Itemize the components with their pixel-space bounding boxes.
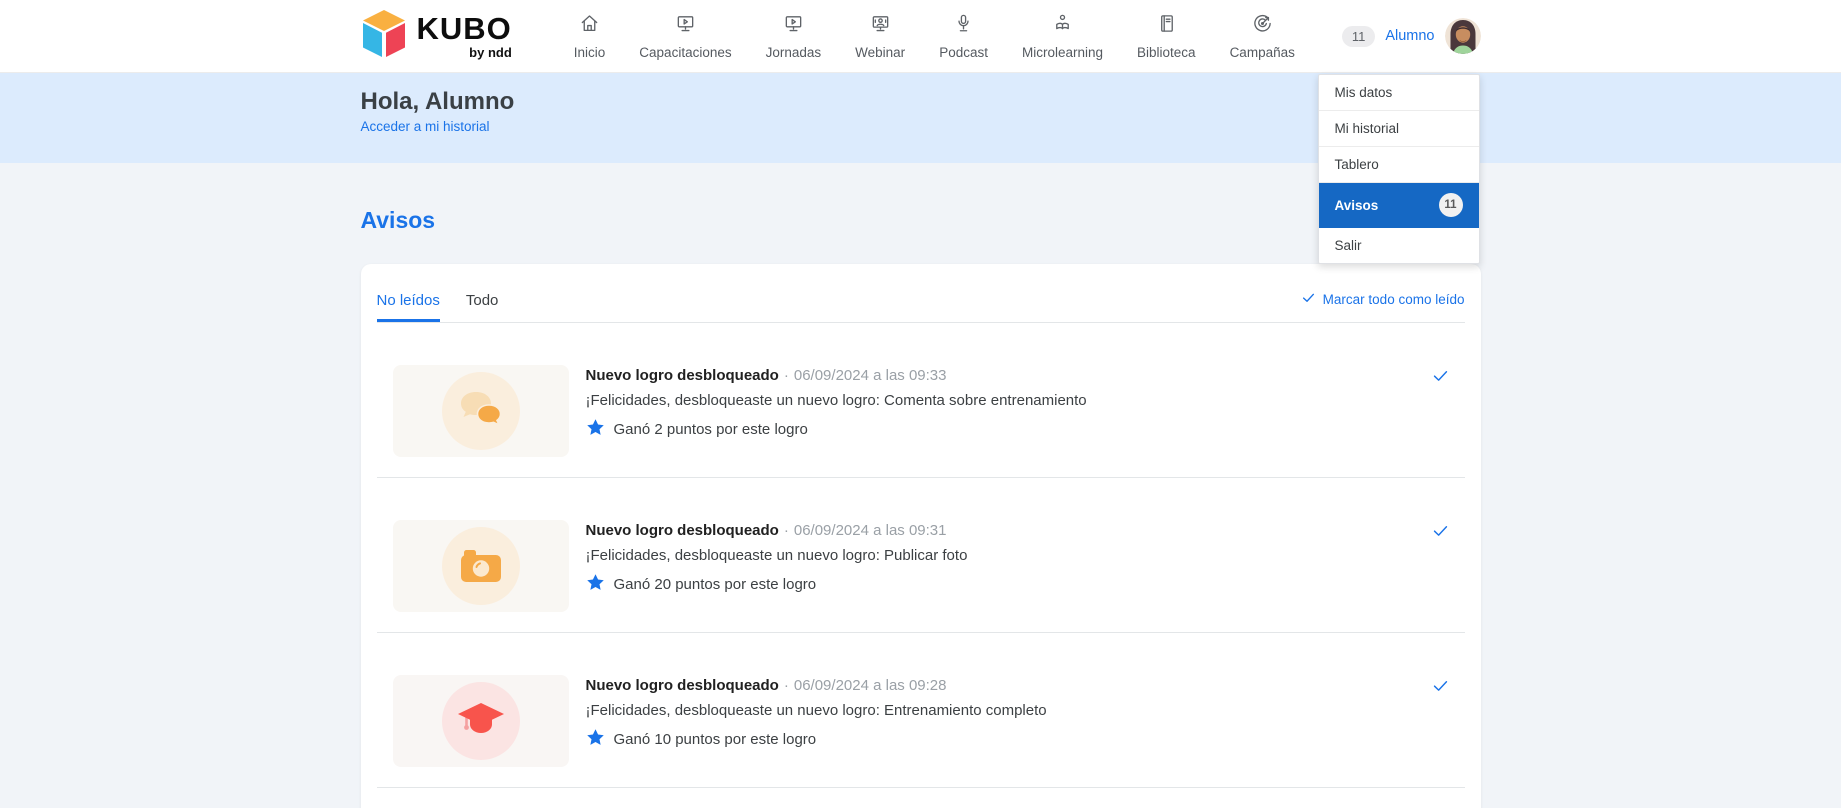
- notification-date: 06/09/2024 a las 09:28: [793, 677, 947, 694]
- graduation-cap-icon: [441, 682, 520, 760]
- star-icon: [586, 573, 605, 596]
- star-icon: [586, 418, 605, 441]
- nav-item-jornadas[interactable]: Jornadas: [766, 13, 821, 60]
- sessions-monitor-icon: [783, 13, 804, 39]
- user-menu: Mis datos Mi historial Tablero Avisos 11…: [1317, 74, 1480, 264]
- achievement-icon-tile: [392, 520, 569, 612]
- nav-item-inicio[interactable]: Inicio: [574, 13, 605, 60]
- mark-read-button[interactable]: [1430, 675, 1451, 701]
- menu-item-tablero[interactable]: Tablero: [1318, 147, 1479, 183]
- brand-logo[interactable]: KUBO by ndd: [361, 9, 512, 64]
- notification-item: Nuevo logro desbloqueado · 06/09/2024 a la…: [376, 323, 1465, 478]
- topbar: KUBO by ndd Inicio Capacitaciones Jornad…: [0, 0, 1841, 73]
- notification-message: ¡Felicidades, desbloqueaste un nuevo log…: [585, 702, 1047, 719]
- menu-item-avisos[interactable]: Avisos 11: [1318, 183, 1479, 228]
- notification-points: Ganó 10 puntos por este logro: [613, 731, 817, 748]
- home-icon: [579, 13, 600, 39]
- nav-item-biblioteca[interactable]: Biblioteca: [1137, 13, 1196, 60]
- camera-icon: [441, 527, 520, 605]
- mark-all-read-button[interactable]: Marcar todo como leído: [1301, 290, 1465, 322]
- achievement-icon-tile: [392, 675, 569, 767]
- user-area: 11 Alumno: [1341, 18, 1481, 54]
- tab-todo[interactable]: Todo: [466, 292, 499, 322]
- nav-item-webinar[interactable]: Webinar: [855, 13, 905, 60]
- user-name-link[interactable]: Alumno: [1385, 28, 1434, 44]
- notification-item: Nuevo logro desbloqueado · 06/09/2024 a la…: [376, 633, 1465, 788]
- star-icon: [586, 728, 605, 751]
- notifications-card-header: No leídos Todo Marcar todo como leído: [376, 264, 1465, 323]
- webinar-icon: [870, 13, 891, 39]
- main-content: Avisos No leídos Todo Marcar todo como l…: [0, 163, 1841, 808]
- greeting-text: Hola, Alumno: [360, 88, 515, 115]
- notification-date: 06/09/2024 a las 09:31: [793, 522, 947, 539]
- notification-title: Nuevo logro desbloqueado: [585, 522, 779, 539]
- notification-item: Nuevo logro desbloqueado · 06/09/2024 a la…: [376, 478, 1465, 633]
- notification-points: Ganó 2 puntos por este logro: [613, 421, 808, 438]
- mark-read-button[interactable]: [1430, 520, 1451, 546]
- brand-name: KUBO: [416, 10, 512, 46]
- main-nav: Inicio Capacitaciones Jornadas Webinar P…: [574, 13, 1295, 60]
- menu-item-salir[interactable]: Salir: [1319, 228, 1479, 263]
- microphone-icon: [953, 13, 974, 39]
- nav-item-microlearning[interactable]: Microlearning: [1022, 13, 1103, 60]
- nav-item-capacitaciones[interactable]: Capacitaciones: [639, 13, 732, 60]
- kubo-cube-icon: [361, 9, 407, 64]
- notification-title: Nuevo logro desbloqueado: [585, 367, 779, 384]
- notification-date: 06/09/2024 a las 09:33: [793, 367, 947, 384]
- history-link[interactable]: Acceder a mi historial: [361, 119, 490, 134]
- menu-item-mis-datos[interactable]: Mis datos: [1318, 75, 1479, 111]
- notification-title: Nuevo logro desbloqueado: [585, 677, 779, 694]
- menu-item-mi-historial[interactable]: Mi historial: [1318, 111, 1479, 147]
- notifications-tabs: No leídos Todo: [376, 292, 499, 322]
- nav-item-campanas[interactable]: Campañas: [1230, 13, 1295, 60]
- notification-message: ¡Felicidades, desbloqueaste un nuevo log…: [585, 392, 1087, 409]
- trainings-monitor-icon: [675, 13, 696, 39]
- tab-no-leidos[interactable]: No leídos: [376, 292, 440, 322]
- notification-message: ¡Felicidades, desbloqueaste un nuevo log…: [585, 547, 968, 564]
- greeting-banner: Hola, Alumno Acceder a mi historial: [0, 73, 1841, 163]
- brand-sub: by ndd: [469, 44, 512, 60]
- avisos-count-badge: 11: [1438, 193, 1463, 217]
- notification-count-badge: 11: [1341, 25, 1376, 47]
- mark-read-button[interactable]: [1430, 365, 1451, 391]
- check-icon: [1301, 290, 1316, 308]
- notifications-card: No leídos Todo Marcar todo como leído Nu…: [360, 264, 1481, 808]
- achievement-icon-tile: [392, 365, 569, 457]
- notification-points: Ganó 20 puntos por este logro: [613, 576, 817, 593]
- chat-bubbles-icon: [441, 372, 520, 450]
- page-title: Avisos: [360, 207, 436, 233]
- nav-item-podcast[interactable]: Podcast: [939, 13, 988, 60]
- book-icon: [1156, 13, 1177, 39]
- microlearning-icon: [1052, 13, 1073, 39]
- target-icon: [1252, 13, 1273, 39]
- user-avatar[interactable]: [1444, 18, 1481, 54]
